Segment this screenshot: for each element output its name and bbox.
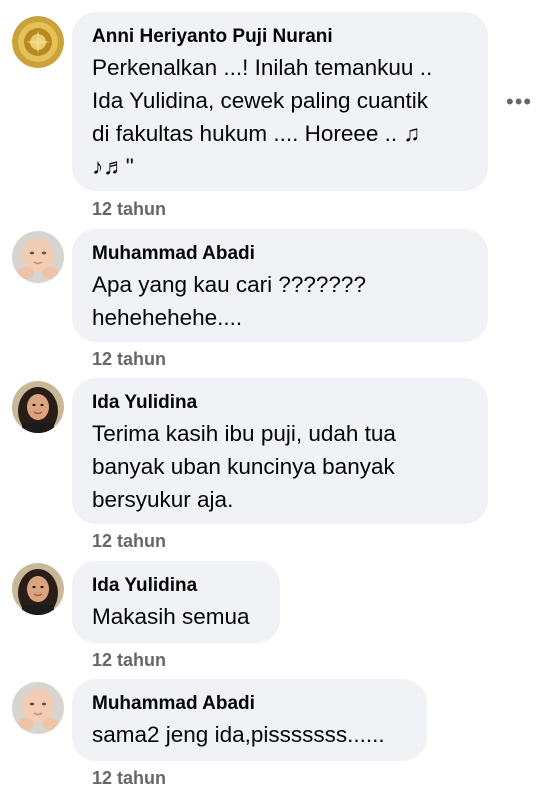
avatar-gold-emblem[interactable] [12,16,64,68]
comment-author[interactable]: Muhammad Abadi [92,692,407,716]
comment-bubble: Anni Heriyanto Puji Nurani Perkenalkan .… [72,12,488,191]
comment-text: Terima kasih ibu puji, udah tua banyak u… [92,421,396,512]
comment-author[interactable]: Anni Heriyanto Puji Nurani [92,25,468,49]
comment-bubble: Ida Yulidina Makasih semua [72,561,280,643]
comment-bubble: Ida Yulidina Terima kasih ibu puji, udah… [72,378,488,524]
avatar-woman-photo[interactable] [12,563,64,615]
comment-timestamp[interactable]: 12 tahun [92,198,166,220]
comment-bubble: Muhammad Abadi Apa yang kau cari ???????… [72,229,488,342]
comment-timestamp[interactable]: 12 tahun [92,649,166,671]
comment-text: sama2 jeng ida,pisssssss...... [92,722,385,747]
comment-text: Makasih semua [92,604,250,629]
more-options-icon[interactable]: ••• [506,91,532,113]
comment-author[interactable]: Muhammad Abadi [92,242,468,266]
comment-author[interactable]: Ida Yulidina [92,574,260,598]
comment-text: Apa yang kau cari ??????? hehehehehe.... [92,272,366,330]
comment-bubble: Muhammad Abadi sama2 jeng ida,pisssssss.… [72,679,427,761]
avatar-woman-photo[interactable] [12,381,64,433]
avatar-baby-photo[interactable] [12,682,64,734]
avatar-baby-photo[interactable] [12,231,64,283]
comment-author[interactable]: Ida Yulidina [92,391,468,415]
comment-timestamp[interactable]: 12 tahun [92,767,166,789]
comment-timestamp[interactable]: 12 tahun [92,530,166,552]
comment-timestamp[interactable]: 12 tahun [92,348,166,370]
comment-text: Perkenalkan ...! Inilah temankuu .. Ida … [92,55,433,179]
